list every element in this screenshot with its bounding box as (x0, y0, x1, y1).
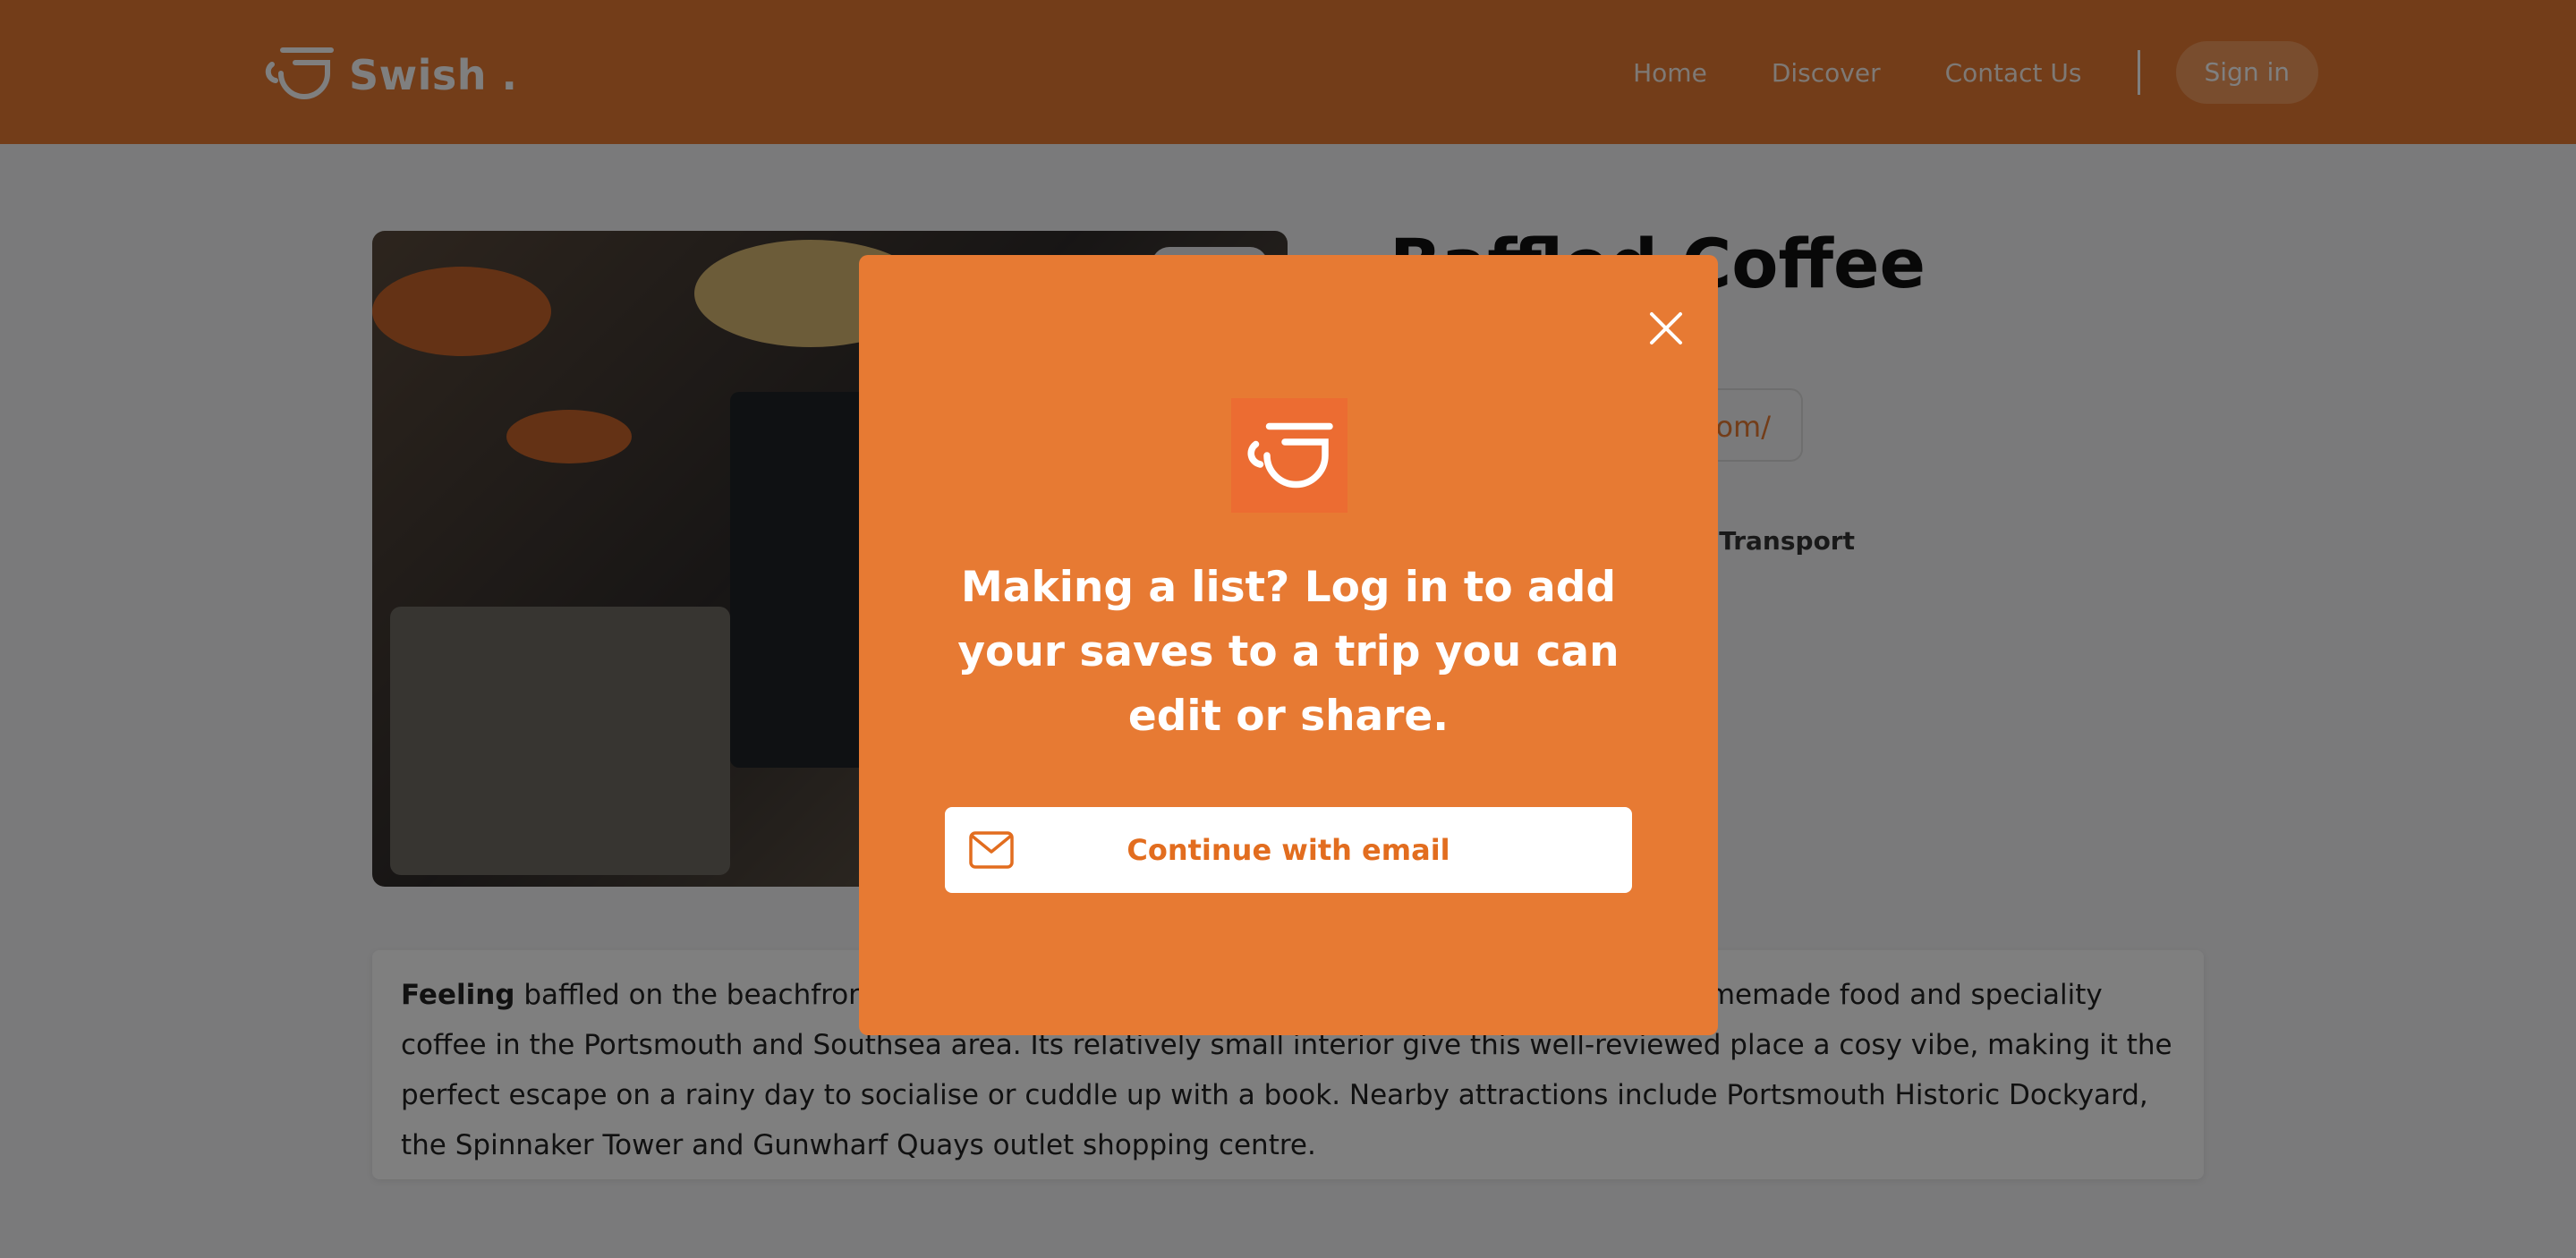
envelope-icon (968, 830, 1015, 870)
login-modal: Making a list? Log in to add your saves … (859, 255, 1718, 1035)
continue-with-email-button[interactable]: Continue with email (945, 807, 1632, 893)
close-icon[interactable] (1643, 305, 1689, 352)
modal-message: Making a list? Log in to add your saves … (957, 563, 1620, 741)
email-button-label: Continue with email (1126, 833, 1450, 867)
cup-logo-icon (1231, 398, 1348, 513)
